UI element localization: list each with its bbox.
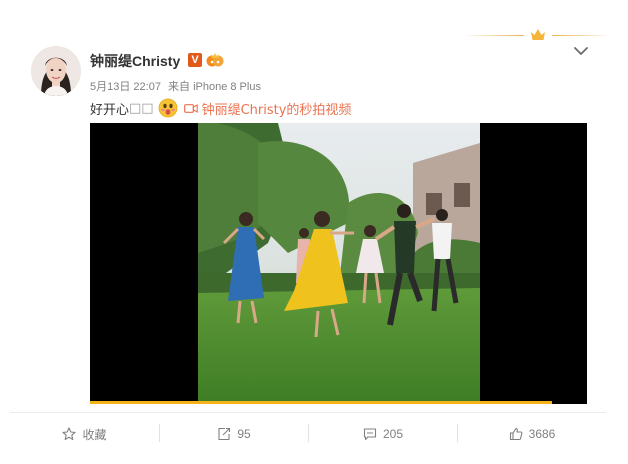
comment-icon — [363, 428, 377, 441]
repost-count: 95 — [237, 427, 251, 441]
comment-count: 205 — [382, 427, 404, 441]
video-link[interactable]: 钟丽缇Christy的秒拍视频 — [183, 99, 352, 118]
device-link[interactable]: iPhone 8 Plus — [193, 81, 261, 93]
emoji-icon — [158, 98, 177, 118]
thumbs-up-icon — [509, 427, 523, 441]
post-text-boxes: □□ — [129, 100, 154, 116]
decoration-line-left — [464, 35, 524, 36]
post-text: 好开心 □□ 钟丽缇Christy的秒拍视频 — [90, 98, 351, 118]
like-button[interactable]: 3686 — [458, 423, 606, 445]
timestamp-link[interactable]: 5月13日 22:07 — [90, 81, 161, 93]
repost-button[interactable]: 95 — [160, 423, 308, 445]
crown-icon — [531, 29, 545, 40]
post-meta: 5月13日 22:07 来自 iPhone 8 Plus — [90, 78, 261, 94]
comment-button[interactable]: 205 — [309, 423, 457, 445]
crown-decoration — [464, 29, 612, 42]
video-icon — [183, 103, 198, 113]
chevron-down-icon[interactable] — [573, 46, 589, 56]
like-count: 3686 — [528, 427, 556, 441]
weibo-post-card: 钟丽缇Christy V 5月13日 22:07 来自 iPhone 8 Plu… — [0, 0, 628, 464]
decoration-line-right — [552, 35, 612, 36]
vip-icon — [206, 53, 224, 67]
video-frame — [198, 123, 480, 404]
author-name[interactable]: 钟丽缇Christy — [90, 51, 180, 71]
video-player[interactable] — [90, 123, 587, 404]
favorite-button[interactable]: 收藏 — [10, 423, 159, 445]
source-label: 来自 — [168, 81, 190, 93]
post-text-content: 好开心 — [90, 102, 130, 118]
repost-icon — [218, 427, 231, 441]
star-icon — [62, 427, 77, 441]
verified-icon: V — [188, 53, 202, 67]
avatar[interactable] — [31, 46, 81, 96]
avatar-image — [31, 46, 81, 96]
video-link-label: 钟丽缇Christy的秒拍视频 — [201, 102, 352, 118]
footer-divider — [10, 412, 606, 413]
video-progress-bar[interactable] — [90, 401, 552, 404]
favorite-label: 收藏 — [82, 427, 107, 442]
